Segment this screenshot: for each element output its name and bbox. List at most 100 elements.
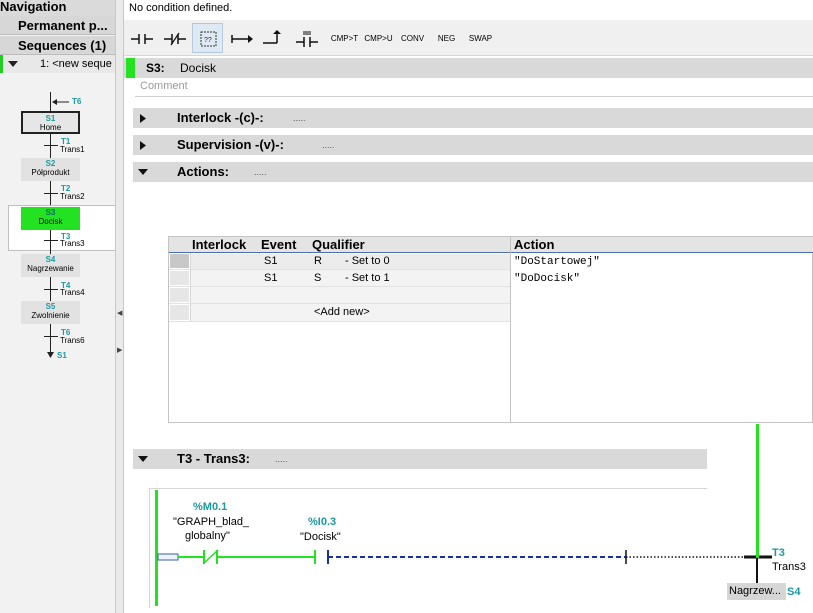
interlock-section[interactable]: Interlock -(c)-: ..... [133, 108, 813, 128]
step-name[interactable]: Docisk [180, 61, 216, 75]
supervision-section[interactable]: Supervision -(v)-: ..... [133, 135, 813, 155]
supervision-label: Supervision -(v)-: [177, 137, 284, 152]
close-branch-button[interactable] [258, 23, 289, 53]
neg-button[interactable]: NEG [431, 23, 462, 53]
close-branch-icon [263, 30, 281, 44]
transition-dots: ..... [275, 454, 288, 464]
rung-start-marker [157, 553, 179, 561]
overview-step-name: Docisk [38, 217, 63, 226]
no-contact-button[interactable] [126, 23, 157, 53]
expand-triangle-icon[interactable] [140, 141, 146, 150]
overview-step-id: S2 [45, 159, 56, 168]
overview-step-s5[interactable]: S5 Zwolnienie [21, 301, 80, 324]
col-header-interlock[interactable]: Interlock [190, 237, 259, 252]
contact1-address[interactable]: %M0.1 [193, 501, 227, 513]
next-step-box[interactable]: Nagrzew... [727, 583, 786, 600]
step-id: S3: [146, 61, 165, 75]
sequence-item-label: 1: <new seque [40, 58, 112, 70]
action-cell[interactable]: "DoStartowej" [514, 255, 600, 269]
arrow-down-icon [47, 352, 54, 358]
tab-permanent[interactable]: Permanent p... [0, 16, 115, 35]
row-selector[interactable] [170, 305, 189, 320]
no-contact-icon [131, 34, 153, 44]
collapse-triangle-icon[interactable] [8, 61, 18, 68]
comment-field[interactable]: Comment [135, 78, 813, 97]
expand-triangle-icon[interactable] [140, 114, 146, 123]
overview-step-id: S4 [45, 255, 56, 264]
actions-section[interactable]: Actions: ..... [133, 162, 813, 182]
panel-splitter[interactable]: ◀ ▶ [116, 0, 124, 613]
overview-step-s1[interactable]: S1 Home [21, 111, 80, 134]
interlock-label: Interlock -(c)-: [177, 110, 264, 125]
overview-step-s3[interactable]: S3 Docisk [21, 207, 80, 230]
overview-step-s2[interactable]: S2 Półprodukt [21, 158, 80, 181]
overview-transition-name: Trans3 [60, 239, 85, 248]
overview-transition-name: Trans2 [60, 192, 85, 201]
overview-step-id: S3 [45, 208, 56, 217]
comment-placeholder: Comment [140, 80, 188, 92]
empty-box-icon: ?? [200, 31, 217, 47]
ladder-toolbar: ?? CMP>T CMP>U CONV NEG SWAP [124, 20, 813, 56]
overview-step-s4[interactable]: S4 Nagrzewanie [21, 254, 80, 277]
overview-t6-top: T6 [72, 97, 82, 106]
action-cell[interactable]: "DoDocisk" [514, 272, 580, 286]
expand-right-icon[interactable]: ▶ [117, 346, 122, 354]
transition-name[interactable]: Trans3 [772, 561, 806, 573]
collapse-triangle-icon[interactable] [138, 456, 148, 462]
compare-contact-button[interactable] [291, 23, 322, 53]
qualifier-desc-cell: - Set to 0 [345, 255, 390, 267]
event-cell[interactable]: S1 [264, 254, 277, 268]
col-header-event[interactable]: Event [259, 237, 309, 252]
cmp-t-button[interactable]: CMP>T [329, 23, 360, 53]
cmp-u-button[interactable]: CMP>U [363, 23, 394, 53]
row-selector[interactable] [170, 271, 189, 285]
contact2-address[interactable]: %I0.3 [308, 516, 336, 528]
col-header-action[interactable]: Action [511, 237, 813, 252]
open-branch-icon [231, 35, 253, 43]
nc-contact-button[interactable] [159, 23, 190, 53]
main-editor: No condition defined. ?? CMP>T CMP>U CON… [124, 0, 813, 613]
transition-id[interactable]: T3 [772, 547, 785, 559]
actions-label: Actions: [177, 164, 229, 179]
overview-end-jump: S1 [57, 351, 67, 360]
transition-label: T3 - Trans3: [177, 451, 250, 466]
step-connection-line [756, 558, 758, 585]
tab-sequences-label: Sequences (1) [18, 38, 107, 53]
jump-arrow-icon [52, 99, 69, 105]
overview-transition-name: Trans6 [60, 336, 85, 345]
next-step-id[interactable]: S4 [787, 586, 800, 598]
collapse-triangle-icon[interactable] [138, 169, 148, 175]
navigation-title: Navigation [0, 0, 115, 16]
table-row[interactable] [191, 287, 510, 303]
swap-button[interactable]: SWAP [465, 23, 496, 53]
row-selector[interactable] [170, 254, 189, 268]
row-selector[interactable] [170, 288, 189, 302]
open-branch-button[interactable] [225, 23, 256, 53]
add-new-button[interactable]: <Add new> [314, 305, 370, 319]
header-underline [169, 252, 813, 253]
svg-text:??: ?? [204, 37, 212, 44]
contact1-name[interactable]: "GRAPH_blad_ [173, 516, 249, 528]
step-active-marker [126, 58, 135, 78]
conv-button[interactable]: CONV [397, 23, 428, 53]
sequence-item[interactable]: 1: <new seque [0, 55, 115, 73]
next-step-name: Nagrzew... [729, 585, 781, 597]
active-step-line [756, 424, 759, 558]
grid-line [510, 236, 511, 423]
contact1-nc-slash [202, 549, 219, 565]
step-header: S3: Docisk [124, 58, 813, 78]
overview-step-id: S5 [45, 302, 56, 311]
overview-transition-name: Trans1 [60, 145, 85, 154]
col-header-qualifier[interactable]: Qualifier [309, 237, 510, 252]
navigation-panel: Navigation Permanent p... Sequences (1) … [0, 0, 116, 613]
transition-section[interactable]: T3 - Trans3: ..... [133, 449, 707, 469]
nc-contact-icon [164, 32, 186, 46]
qualifier-cell[interactable]: R [314, 254, 322, 268]
tab-sequences[interactable]: Sequences (1) [0, 36, 115, 55]
event-cell[interactable]: S1 [264, 271, 277, 285]
qualifier-cell[interactable]: S [314, 271, 321, 285]
empty-box-button[interactable]: ?? [192, 23, 223, 53]
collapse-left-icon[interactable]: ◀ [117, 309, 122, 317]
supervision-dots: ..... [322, 140, 335, 150]
table-corner [169, 237, 190, 252]
